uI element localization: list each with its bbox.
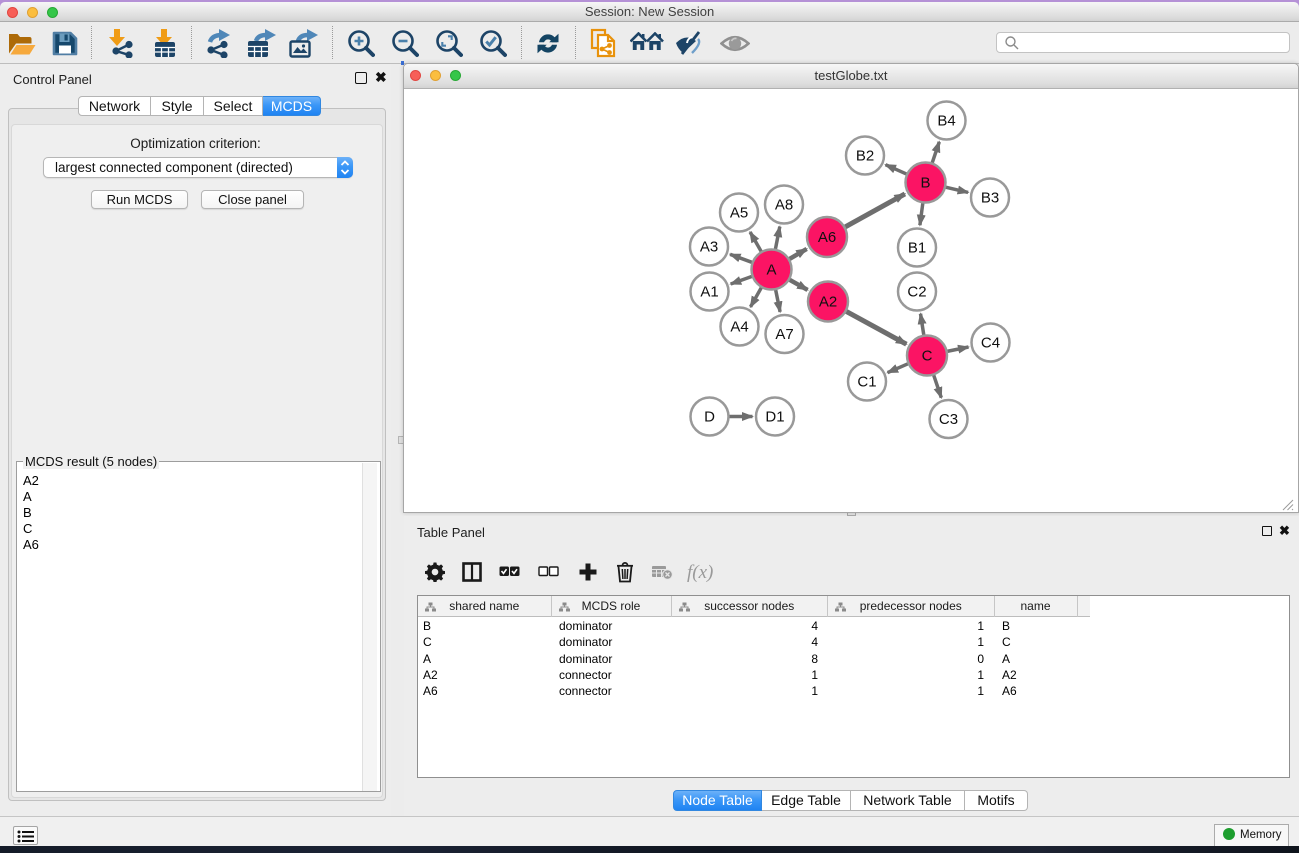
svg-text:A1: A1 bbox=[700, 284, 718, 301]
svg-text:C: C bbox=[922, 348, 933, 365]
svg-text:C1: C1 bbox=[857, 374, 876, 391]
svg-text:A6: A6 bbox=[818, 229, 836, 246]
svg-text:B4: B4 bbox=[937, 113, 955, 130]
svg-text:B2: B2 bbox=[856, 148, 874, 165]
svg-text:A8: A8 bbox=[775, 197, 793, 214]
svg-text:A2: A2 bbox=[819, 294, 837, 311]
svg-text:A7: A7 bbox=[775, 326, 793, 343]
svg-text:C2: C2 bbox=[907, 284, 926, 301]
svg-text:B: B bbox=[920, 175, 930, 192]
svg-text:A: A bbox=[766, 262, 776, 279]
svg-text:C4: C4 bbox=[981, 335, 1000, 352]
svg-text:C3: C3 bbox=[939, 411, 958, 428]
svg-text:B1: B1 bbox=[908, 240, 926, 257]
svg-text:A3: A3 bbox=[700, 239, 718, 256]
svg-text:A4: A4 bbox=[730, 319, 748, 336]
svg-text:A5: A5 bbox=[730, 205, 748, 222]
svg-text:D1: D1 bbox=[765, 409, 784, 426]
svg-text:B3: B3 bbox=[981, 190, 999, 207]
svg-text:D: D bbox=[704, 409, 715, 426]
